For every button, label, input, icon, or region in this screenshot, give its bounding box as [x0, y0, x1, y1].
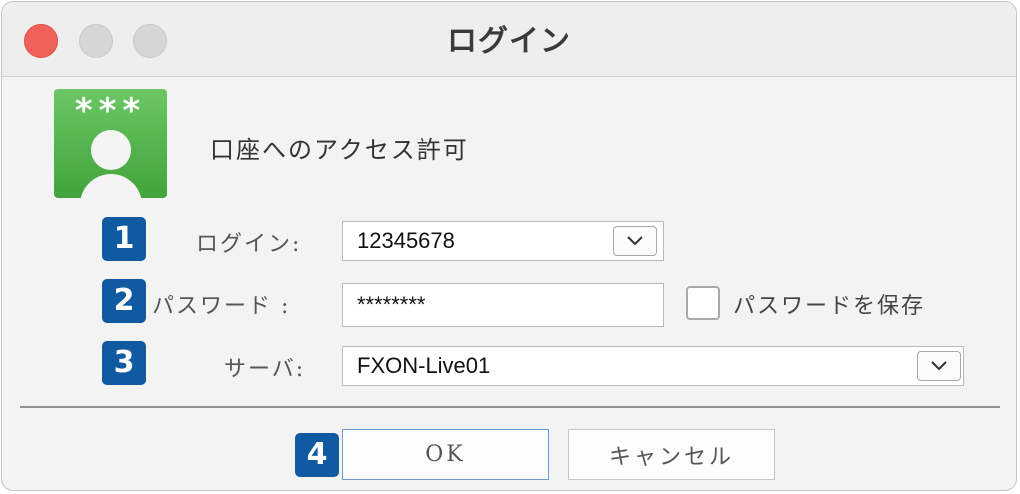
- cancel-button[interactable]: キャンセル: [568, 429, 775, 480]
- step-badge-4: 4: [295, 433, 339, 477]
- ok-button[interactable]: OK: [342, 429, 549, 480]
- login-value: 12345678: [357, 228, 455, 253]
- access-heading: 口座へのアクセス許可: [210, 136, 469, 164]
- account-access-icon: ***: [54, 89, 167, 198]
- chevron-down-icon: [931, 361, 947, 371]
- login-combobox[interactable]: 12345678: [342, 221, 664, 261]
- password-value: ********: [357, 292, 426, 317]
- server-dropdown-button[interactable]: [917, 351, 961, 381]
- password-label: パスワード :: [152, 294, 291, 319]
- logo-stars: ***: [74, 91, 147, 131]
- login-label: ログイン:: [196, 232, 302, 257]
- server-label: サーバ:: [224, 357, 306, 382]
- step-badge-3: 3: [102, 341, 146, 385]
- login-dropdown-button[interactable]: [613, 226, 657, 256]
- divider: [20, 406, 1000, 408]
- user-head-shape: [91, 130, 131, 170]
- window-title: ログイン: [447, 24, 571, 59]
- password-input[interactable]: ********: [342, 283, 664, 327]
- server-value: FXON-Live01: [357, 353, 491, 378]
- save-password-label[interactable]: パスワードを保存: [733, 288, 925, 320]
- step-badge-2: 2: [102, 279, 146, 323]
- server-combobox[interactable]: FXON-Live01: [342, 346, 964, 386]
- login-dialog: ログイン *** 口座へのアクセス許可 1 ログイン: 12345678 2 パ…: [1, 1, 1017, 491]
- save-password-checkbox[interactable]: [686, 286, 720, 320]
- user-body-shape: [80, 174, 142, 198]
- chevron-down-icon: [627, 236, 643, 246]
- title-bar: ログイン: [2, 2, 1016, 77]
- step-badge-1: 1: [102, 217, 146, 261]
